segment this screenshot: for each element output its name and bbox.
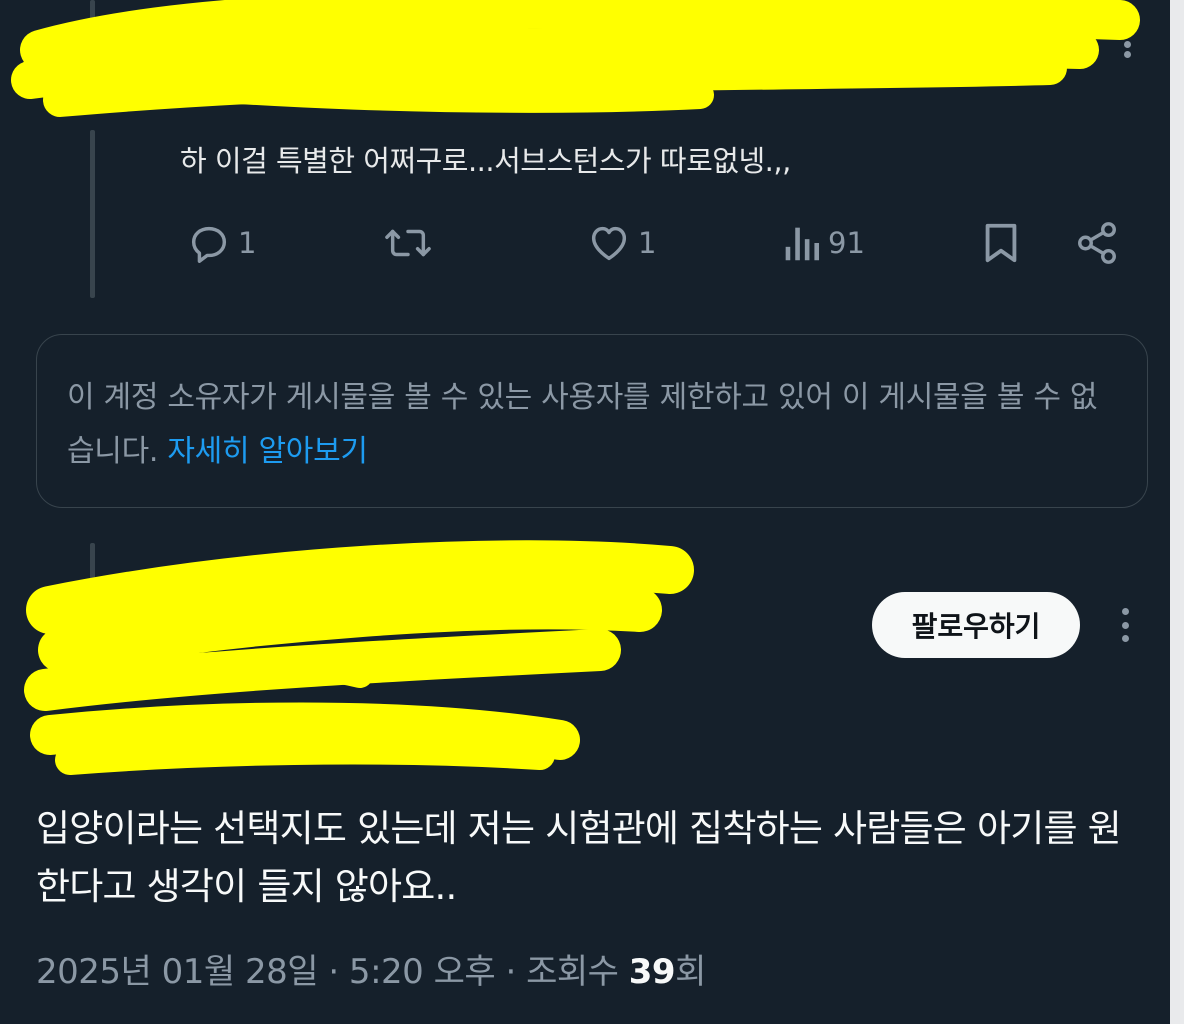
view-unit: 회 [675, 952, 706, 992]
views-button[interactable]: 91 [780, 218, 865, 268]
reply-icon [191, 226, 227, 263]
thread-line [90, 130, 95, 298]
reply-count: 1 [238, 226, 257, 260]
views-icon [785, 227, 820, 261]
post-timestamp: 2025년 01월 28일 · 5:20 오후 · 조회수 [36, 952, 629, 992]
post-meta: 2025년 01월 28일 · 5:20 오후 · 조회수 39회 [36, 944, 706, 993]
bookmark-icon [985, 223, 1017, 263]
post-text: 입양이라는 선택지도 있는데 저는 시험관에 집착하는 사람들은 아기를 원한다… [36, 807, 1122, 908]
share-icon [1078, 222, 1116, 264]
learn-more-link[interactable]: 자세히 알아보기 [167, 434, 368, 469]
like-icon [591, 226, 627, 261]
action-bar: 1 1 91 [0, 218, 1170, 268]
like-button[interactable]: 1 [586, 218, 656, 268]
view-count-main: 39 [628, 952, 676, 992]
scrollbar[interactable] [1170, 0, 1184, 1024]
more-icon[interactable] [1110, 602, 1140, 648]
follow-button[interactable]: 팔로우하기 [872, 592, 1080, 658]
more-icon[interactable] [1112, 24, 1142, 64]
retweet-button[interactable] [382, 218, 434, 268]
like-count: 1 [638, 226, 657, 260]
bookmark-button[interactable] [980, 218, 1022, 268]
retweet-icon [385, 229, 431, 257]
thread-line [90, 0, 95, 90]
reply-text: 하 이걸 특별한 어쩌구로...서브스턴스가 따로없넹.,, [180, 144, 791, 178]
reply-button[interactable]: 1 [186, 218, 256, 268]
thread-line [90, 543, 95, 583]
reply-timestamp: 2일 [988, 31, 1032, 64]
redaction-scribble [11, 0, 1140, 117]
restricted-post-notice: 이 계정 소유자가 게시물을 볼 수 있는 사용자를 제한하고 있어 이 게시물… [36, 334, 1148, 508]
view-count: 91 [828, 226, 865, 260]
share-button[interactable] [1074, 218, 1120, 268]
redaction-scribble [24, 540, 694, 775]
